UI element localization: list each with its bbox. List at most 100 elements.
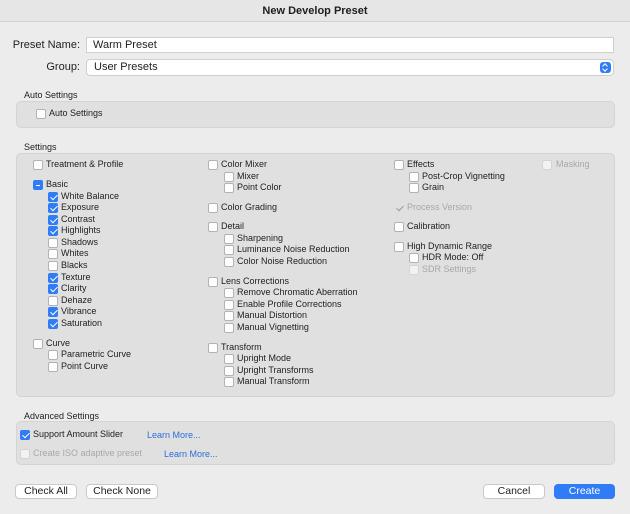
- sdr-settings-label: SDR Settings: [422, 264, 477, 274]
- vibrance-checkbox[interactable]: [48, 307, 58, 317]
- blacks-label: Blacks: [61, 260, 88, 270]
- saturation-checkbox[interactable]: [48, 319, 58, 329]
- hdr-mode-label: HDR Mode: Off: [422, 252, 484, 262]
- manual-transform-label: Manual Transform: [237, 376, 310, 386]
- remove-ca-checkbox[interactable]: [224, 288, 234, 298]
- dehaze-checkbox[interactable]: [48, 296, 58, 306]
- mixer-checkbox[interactable]: [224, 172, 234, 182]
- upright-transforms-checkbox[interactable]: [224, 366, 234, 376]
- iso-adaptive-checkbox: [20, 449, 30, 459]
- point-curve-checkbox[interactable]: [48, 362, 58, 372]
- window-title: New Develop Preset: [0, 0, 630, 22]
- transform-checkbox[interactable]: [208, 343, 218, 353]
- learn-more-link-1[interactable]: Learn More...: [147, 430, 201, 440]
- upright-mode-label: Upright Mode: [237, 353, 292, 363]
- remove-ca-label: Remove Chromatic Aberration: [237, 287, 358, 297]
- hdr-label: High Dynamic Range: [407, 241, 493, 251]
- iso-adaptive-label: Create ISO adaptive preset: [33, 448, 143, 458]
- contrast-checkbox[interactable]: [48, 215, 58, 225]
- vibrance-label: Vibrance: [61, 306, 97, 316]
- cancel-button[interactable]: Cancel: [483, 484, 545, 499]
- process-version-label: Process Version: [407, 202, 473, 212]
- detail-label: Detail: [221, 221, 245, 231]
- masking-label: Masking: [556, 159, 590, 169]
- manual-distortion-checkbox[interactable]: [224, 311, 234, 321]
- clarity-checkbox[interactable]: [48, 284, 58, 294]
- exposure-label: Exposure: [61, 202, 100, 212]
- support-amount-label: Support Amount Slider: [33, 429, 124, 439]
- luminance-nr-label: Luminance Noise Reduction: [237, 244, 350, 254]
- highlights-label: Highlights: [61, 225, 101, 235]
- color-nr-label: Color Noise Reduction: [237, 256, 328, 266]
- color-mixer-label: Color Mixer: [221, 159, 268, 169]
- support-amount-checkbox[interactable]: [20, 430, 30, 440]
- upright-transforms-label: Upright Transforms: [237, 365, 314, 375]
- manual-vignetting-checkbox[interactable]: [224, 323, 234, 333]
- texture-checkbox[interactable]: [48, 273, 58, 283]
- settings-title: Settings: [24, 142, 57, 152]
- detail-checkbox[interactable]: [208, 222, 218, 232]
- auto-settings-checkbox[interactable]: [36, 109, 46, 119]
- manual-transform-checkbox[interactable]: [224, 377, 234, 387]
- highlights-checkbox[interactable]: [48, 226, 58, 236]
- sharpening-label: Sharpening: [237, 233, 284, 243]
- parametric-curve-checkbox[interactable]: [48, 350, 58, 360]
- white-balance-label: White Balance: [61, 191, 120, 201]
- shadows-label: Shadows: [61, 237, 99, 247]
- grain-checkbox[interactable]: [409, 183, 419, 193]
- hdr-mode-checkbox[interactable]: [409, 253, 419, 263]
- point-color-label: Point Color: [237, 182, 282, 192]
- color-grading-label: Color Grading: [221, 202, 278, 212]
- whites-label: Whites: [61, 248, 89, 258]
- preset-name-label: Preset Name:: [12, 39, 80, 51]
- auto-settings-title: Auto Settings: [24, 90, 78, 100]
- transform-label: Transform: [221, 342, 262, 352]
- process-version-checkbox: [394, 203, 404, 213]
- select-stepper-icon: [600, 62, 611, 73]
- exposure-checkbox[interactable]: [48, 203, 58, 213]
- color-grading-checkbox[interactable]: [208, 203, 218, 213]
- create-button[interactable]: Create: [554, 484, 615, 499]
- blacks-checkbox[interactable]: [48, 261, 58, 271]
- check-all-button[interactable]: Check All: [15, 484, 77, 499]
- point-curve-label: Point Curve: [61, 361, 109, 371]
- post-crop-checkbox[interactable]: [409, 172, 419, 182]
- hdr-checkbox[interactable]: [394, 242, 404, 252]
- parametric-curve-label: Parametric Curve: [61, 349, 132, 359]
- enable-profile-checkbox[interactable]: [224, 300, 234, 310]
- effects-checkbox[interactable]: [394, 160, 404, 170]
- group-select-value: User Presets: [94, 61, 158, 73]
- treatment-profile-label: Treatment & Profile: [46, 159, 124, 169]
- masking-checkbox: [542, 160, 552, 170]
- white-balance-checkbox[interactable]: [48, 192, 58, 202]
- auto-settings-panel: [16, 101, 615, 128]
- enable-profile-label: Enable Profile Corrections: [237, 299, 342, 309]
- whites-checkbox[interactable]: [48, 249, 58, 259]
- sharpening-checkbox[interactable]: [224, 234, 234, 244]
- learn-more-link-2[interactable]: Learn More...: [164, 449, 218, 459]
- treatment-profile-checkbox[interactable]: [33, 160, 43, 170]
- advanced-settings-title: Advanced Settings: [24, 411, 100, 421]
- luminance-nr-checkbox[interactable]: [224, 245, 234, 255]
- manual-vignetting-label: Manual Vignetting: [237, 322, 309, 332]
- point-color-checkbox[interactable]: [224, 183, 234, 193]
- clarity-label: Clarity: [61, 283, 87, 293]
- curve-checkbox[interactable]: [33, 339, 43, 349]
- mixer-label: Mixer: [237, 171, 259, 181]
- calibration-checkbox[interactable]: [394, 222, 404, 232]
- sdr-settings-checkbox: [409, 265, 419, 275]
- basic-label: Basic: [46, 179, 69, 189]
- lens-corrections-checkbox[interactable]: [208, 277, 218, 287]
- shadows-checkbox[interactable]: [48, 238, 58, 248]
- color-mixer-checkbox[interactable]: [208, 160, 218, 170]
- saturation-label: Saturation: [61, 318, 103, 328]
- preset-name-input[interactable]: Warm Preset: [86, 37, 614, 53]
- effects-label: Effects: [407, 159, 435, 169]
- upright-mode-checkbox[interactable]: [224, 354, 234, 364]
- basic-checkbox[interactable]: [33, 180, 43, 190]
- texture-label: Texture: [61, 272, 91, 282]
- check-none-button[interactable]: Check None: [86, 484, 158, 499]
- contrast-label: Contrast: [61, 214, 96, 224]
- color-nr-checkbox[interactable]: [224, 257, 234, 267]
- group-select[interactable]: User Presets: [86, 59, 614, 76]
